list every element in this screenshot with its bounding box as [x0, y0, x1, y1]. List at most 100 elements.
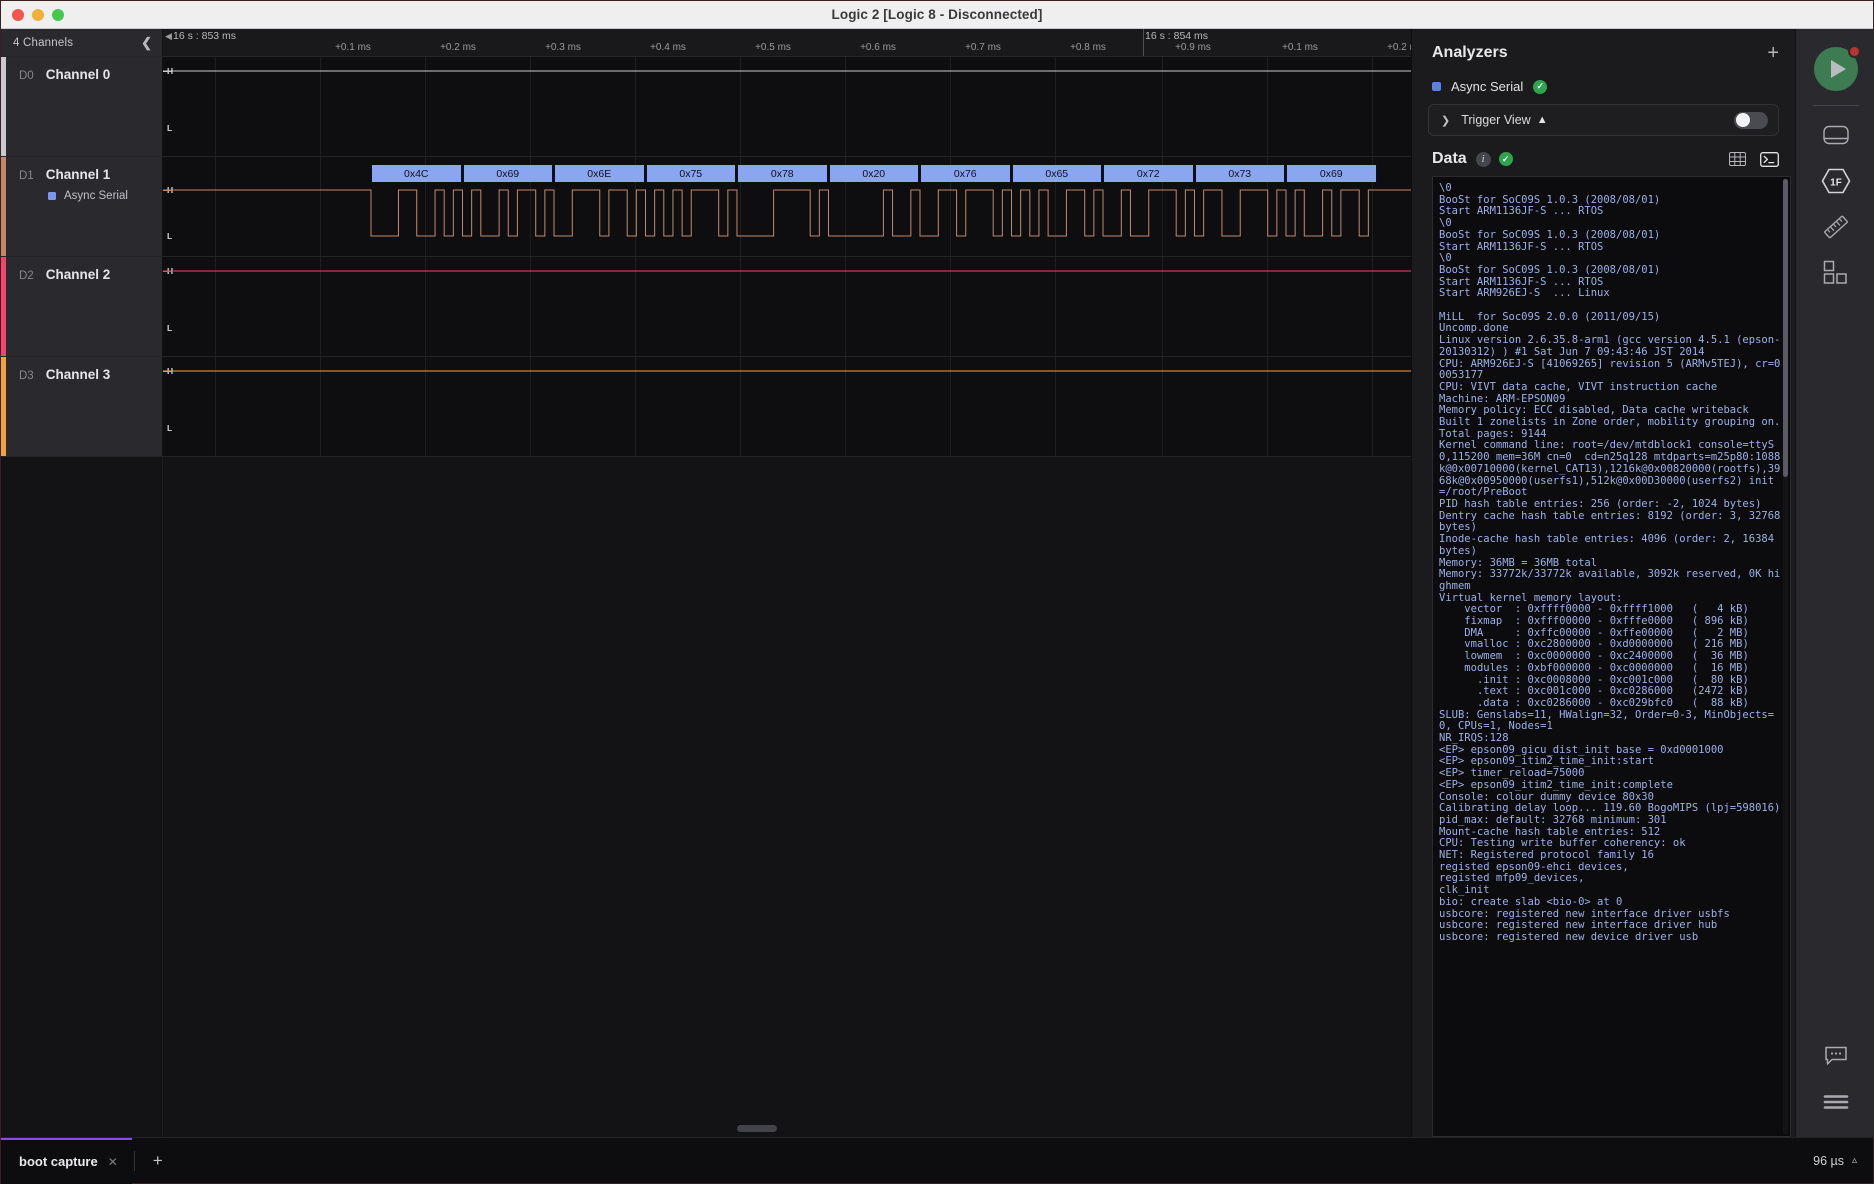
- channels-header[interactable]: 4 Channels ❮: [1, 29, 163, 56]
- menu-icon: [1823, 1095, 1848, 1109]
- track-list: D0Channel 0HLD1Channel 1Async SerialHL0x…: [1, 57, 1411, 457]
- scrollbar-thumb[interactable]: [737, 1125, 778, 1132]
- channel-row[interactable]: D0 Channel 0 HL: [1, 57, 1411, 157]
- analyzers-title: Analyzers: [1432, 44, 1508, 61]
- bottom-bar: boot capture ✕ + 96 µs ▵: [1, 1137, 1873, 1184]
- channel-header: D0 Channel 0: [1, 67, 162, 82]
- channel-name-label[interactable]: Channel 1: [46, 167, 111, 182]
- decoded-byte[interactable]: 0x69: [1286, 165, 1377, 182]
- ruler-tick: +0.7 ms: [965, 42, 1001, 53]
- channel-name-label[interactable]: Channel 0: [46, 67, 111, 82]
- play-icon: [1830, 60, 1846, 78]
- channel-sidebar-d2[interactable]: D2 Channel 2: [1, 257, 163, 356]
- channel-waveform[interactable]: HL: [163, 257, 1411, 356]
- channel-name-label[interactable]: Channel 2: [46, 267, 111, 282]
- terminal-scrollbar[interactable]: [1783, 179, 1788, 1134]
- analyzer-item-async-serial[interactable]: Async Serial ✓: [1412, 75, 1795, 94]
- channel-sidebar-d0[interactable]: D0 Channel 0: [1, 57, 163, 156]
- window-controls[interactable]: [1, 8, 64, 21]
- capture-tab[interactable]: boot capture ✕: [1, 1137, 132, 1184]
- warning-icon: ▲: [1536, 114, 1548, 126]
- check-circle-icon: ✓: [1533, 79, 1548, 94]
- trigger-view-toggle[interactable]: [1734, 111, 1768, 129]
- toolbar-divider: [1812, 105, 1859, 106]
- capture-device-icon: [1822, 125, 1849, 145]
- main-area: 4 Channels ❮ ◀ 16 s : 853 ms 16 s : 854 ms…: [1, 29, 1874, 1137]
- comment-icon: [1824, 1046, 1847, 1065]
- scrollbar-thumb[interactable]: [1783, 179, 1788, 477]
- analyzer-color-swatch: [48, 192, 56, 200]
- channel-color-bar: [1, 357, 6, 456]
- notes-button[interactable]: [1813, 1033, 1859, 1079]
- close-window-button[interactable]: [12, 8, 24, 21]
- time-ruler[interactable]: ◀ 16 s : 853 ms 16 s : 854 ms +0.1 ms +0.2 m…: [163, 29, 1411, 56]
- maximize-window-button[interactable]: [52, 8, 64, 21]
- start-capture-button[interactable]: [1813, 45, 1861, 91]
- measure-ruler-icon: [1823, 215, 1848, 239]
- channel-id-label: D0: [19, 70, 34, 82]
- ruler-tick: +0.3 ms: [545, 42, 581, 53]
- channel-color-bar: [1, 157, 6, 256]
- channel-name-label[interactable]: Channel 3: [46, 367, 111, 382]
- decoded-byte[interactable]: 0x76: [920, 165, 1011, 182]
- decoded-byte[interactable]: 0x20: [828, 165, 919, 182]
- channel-row[interactable]: D2 Channel 2 HL: [1, 257, 1411, 357]
- toggle-knob: [1735, 113, 1750, 127]
- channel-row[interactable]: D3 Channel 3 HL: [1, 357, 1411, 457]
- trigger-view-label: Trigger View: [1461, 113, 1531, 127]
- timeline-header: 4 Channels ❮ ◀ 16 s : 853 ms 16 s : 854 ms…: [1, 29, 1411, 57]
- decoded-byte[interactable]: 0x4C: [371, 165, 462, 182]
- sidebar-filler: [1, 457, 163, 1137]
- firmware-badge-button[interactable]: 1F: [1813, 158, 1859, 204]
- tab-divider: [133, 1150, 135, 1171]
- analyzers-header: Analyzers +: [1412, 29, 1795, 75]
- channel-sidebar-d3[interactable]: D3 Channel 3: [1, 357, 163, 456]
- channel-sidebar-d1[interactable]: D1 Channel 1 Async Serial: [1, 157, 163, 256]
- more-menu-button[interactable]: [1813, 1079, 1859, 1125]
- waveform-trace: [163, 357, 1411, 456]
- decoded-byte[interactable]: 0x72: [1103, 165, 1194, 182]
- ruler-tick: +0.2 ms: [1387, 42, 1411, 53]
- channel-color-bar: [1, 257, 6, 356]
- terminal-output-container[interactable]: \0 BooSt for SoC09S 1.0.3 (2008/08/01) S…: [1432, 176, 1791, 1137]
- capture-tab-label: boot capture: [19, 1154, 98, 1169]
- new-tab-button[interactable]: +: [137, 1151, 179, 1171]
- extensions-button[interactable]: [1813, 250, 1859, 296]
- chevron-up-icon[interactable]: ▵: [1852, 1155, 1857, 1166]
- close-icon[interactable]: ✕: [108, 1155, 118, 1169]
- ruler-tick: +0.2 ms: [440, 42, 476, 53]
- window-title: Logic 2 [Logic 8 - Disconnected]: [831, 7, 1043, 22]
- info-icon[interactable]: i: [1475, 151, 1491, 167]
- app-window: Logic 2 [Logic 8 - Disconnected] 4 Chann…: [0, 0, 1874, 1184]
- add-analyzer-button[interactable]: +: [1767, 43, 1779, 63]
- check-circle-icon: ✓: [1498, 152, 1513, 166]
- terminal-output: \0 BooSt for SoC09S 1.0.3 (2008/08/01) S…: [1439, 182, 1781, 943]
- timeline-marker-line: [1143, 29, 1144, 56]
- decoded-byte[interactable]: 0x65: [1011, 165, 1102, 182]
- decoded-byte[interactable]: 0x6E: [554, 165, 645, 182]
- minimize-window-button[interactable]: [32, 8, 44, 21]
- trigger-view-row[interactable]: ❯ Trigger View ▲: [1428, 104, 1779, 136]
- zoom-level[interactable]: 96 µs ▵: [1813, 1154, 1873, 1168]
- table-view-icon[interactable]: [1727, 151, 1747, 167]
- channel-waveform[interactable]: HL0x4C0x690x6E0x750x780x200x760x650x720x…: [163, 157, 1411, 256]
- channel-waveform[interactable]: HL: [163, 57, 1411, 156]
- channel-analyzer-item[interactable]: Async Serial: [1, 190, 162, 202]
- decoded-byte[interactable]: 0x75: [645, 165, 736, 182]
- decoded-byte[interactable]: 0x69: [462, 165, 553, 182]
- capture-view: 4 Channels ❮ ◀ 16 s : 853 ms 16 s : 854 ms…: [1, 29, 1411, 1137]
- terminal-view-icon[interactable]: [1759, 151, 1779, 167]
- marker-caret-left: ◀: [165, 31, 172, 41]
- waveform-trace: [163, 57, 1411, 156]
- channel-header: D3 Channel 3: [1, 367, 162, 382]
- ruler-tick: +0.4 ms: [650, 42, 686, 53]
- chevron-left-icon[interactable]: ❮: [141, 35, 152, 51]
- chevron-right-icon[interactable]: ❯: [1441, 114, 1450, 127]
- decoded-byte[interactable]: 0x73: [1194, 165, 1285, 182]
- device-settings-button[interactable]: [1813, 112, 1859, 158]
- channel-waveform[interactable]: HL: [163, 357, 1411, 456]
- measurements-button[interactable]: [1813, 204, 1859, 250]
- channel-row[interactable]: D1 Channel 1 Async Serial HL0x4C0x690x6E0x7…: [1, 157, 1411, 257]
- horizontal-scrollbar[interactable]: [163, 1125, 1411, 1133]
- decoded-byte[interactable]: 0x78: [737, 165, 828, 182]
